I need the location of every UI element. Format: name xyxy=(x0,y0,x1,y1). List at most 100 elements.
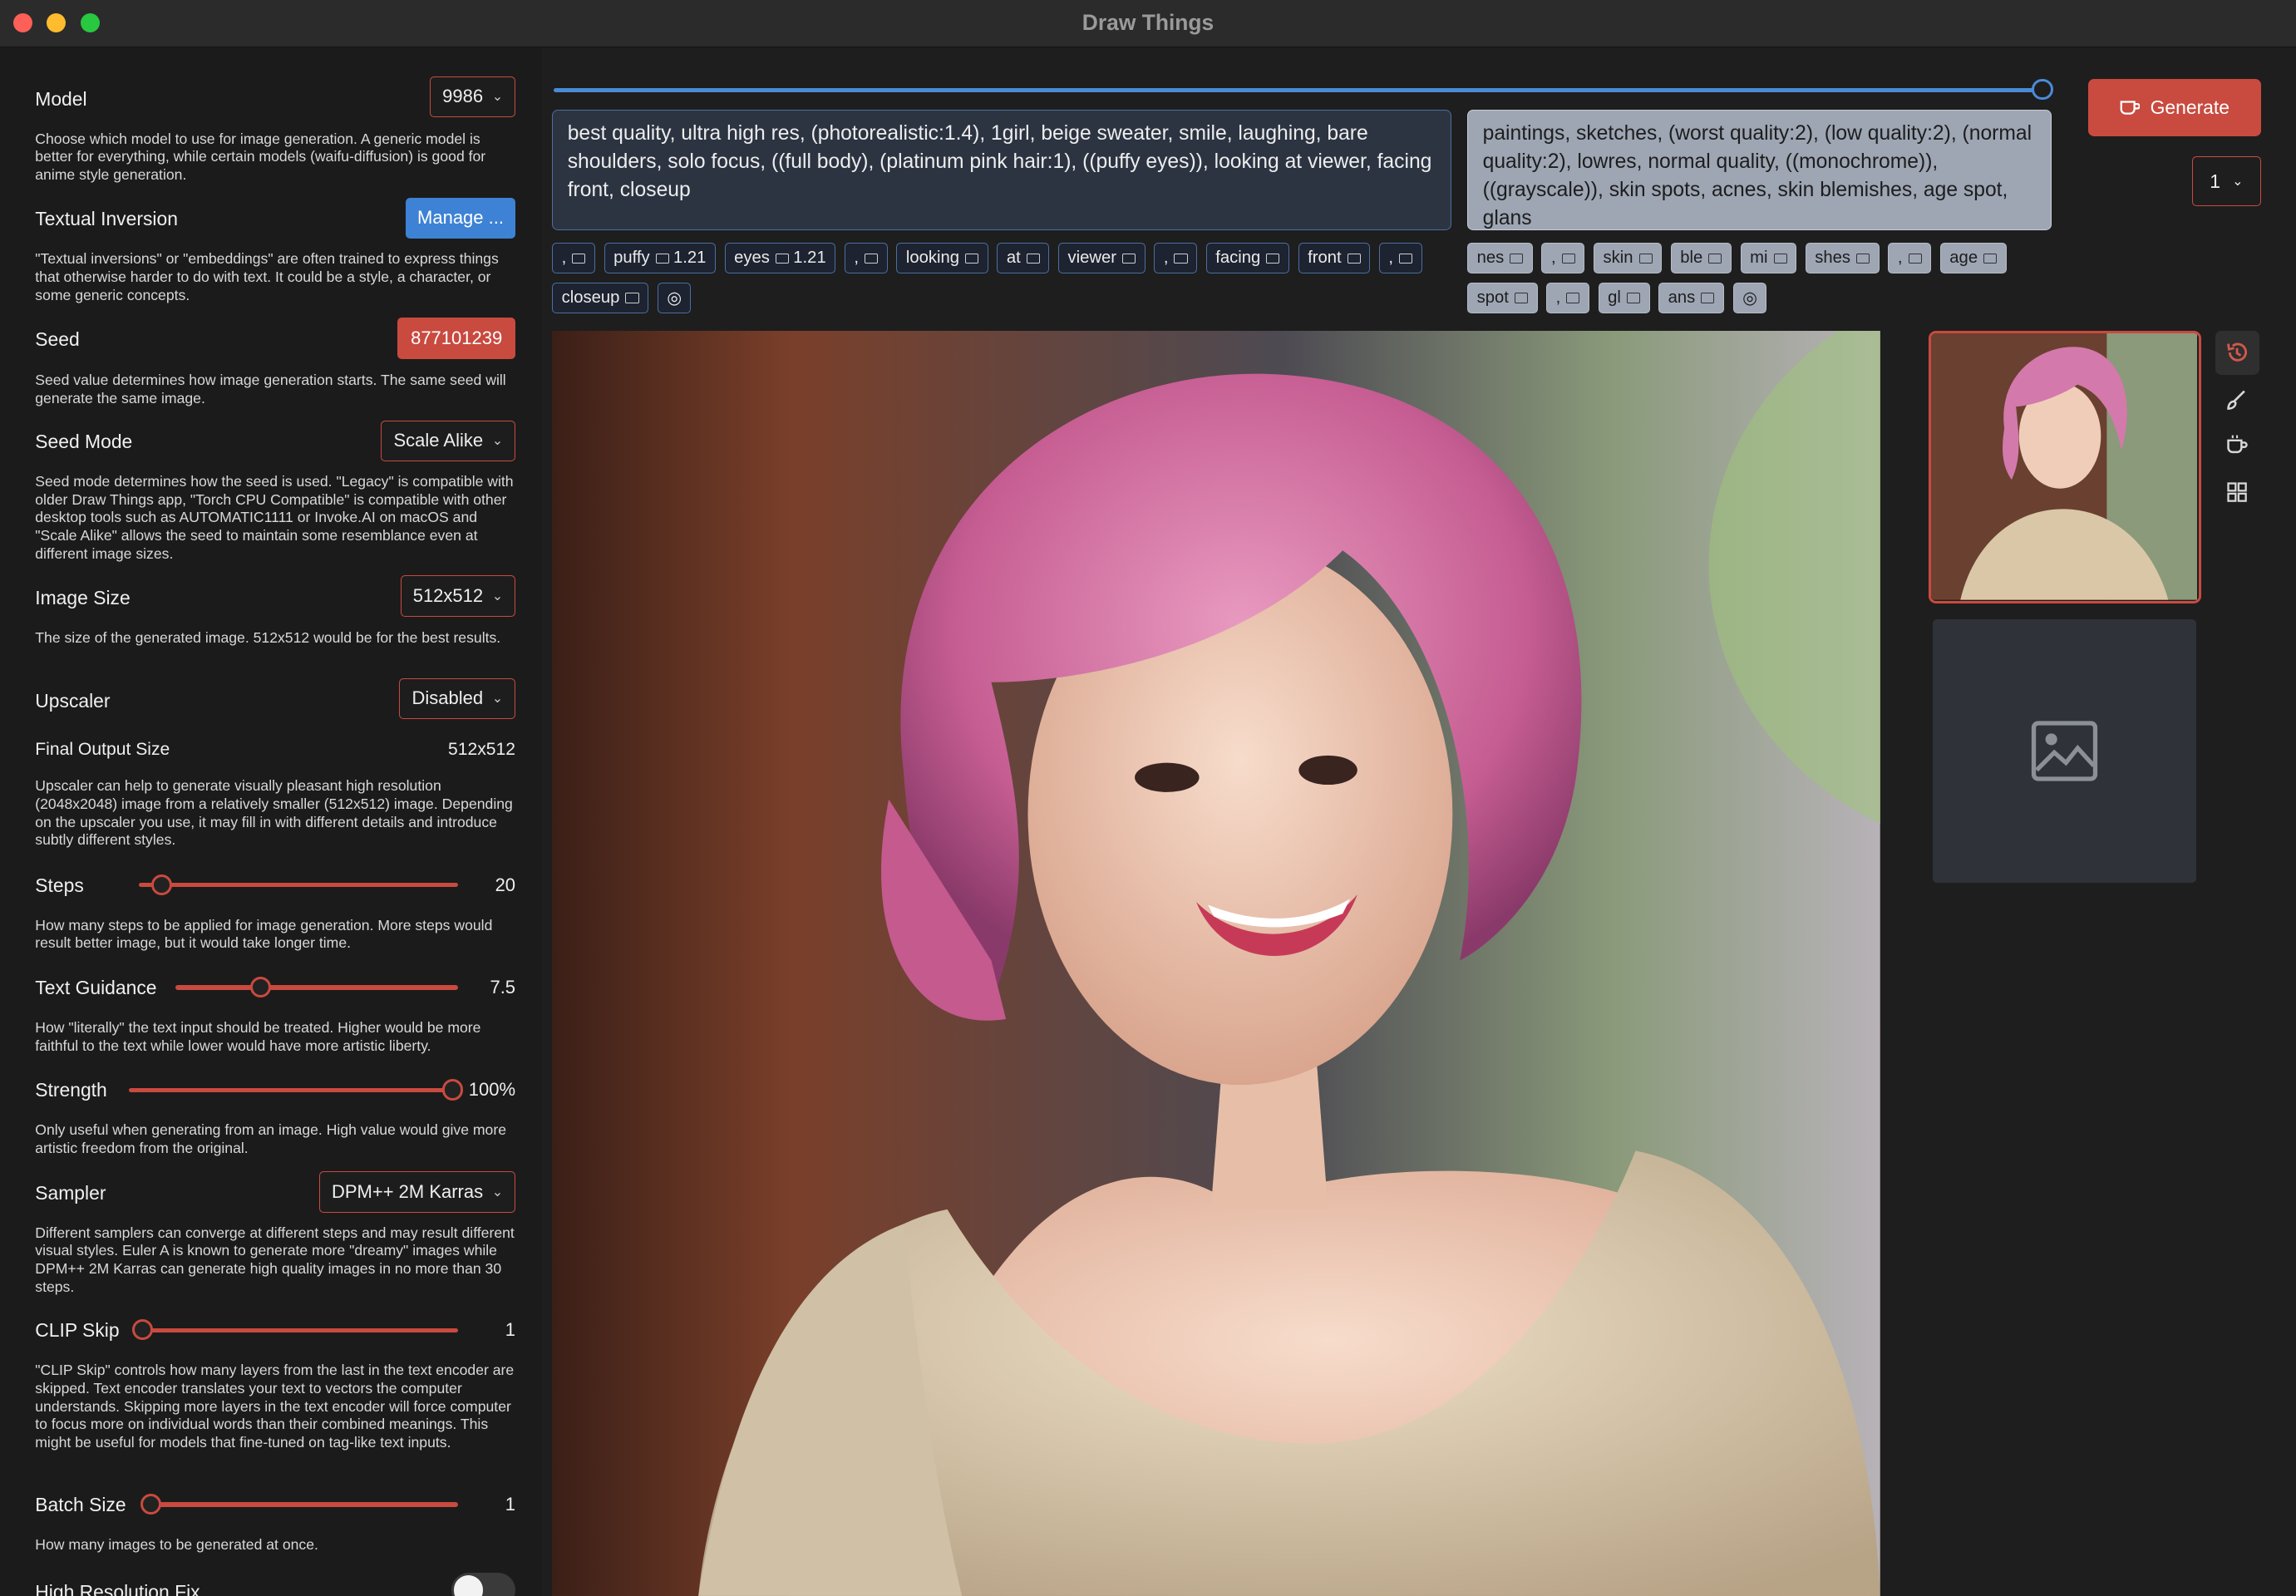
coffee-icon xyxy=(2120,101,2141,115)
positive-tag[interactable]: at xyxy=(997,243,1050,274)
add-tag-icon[interactable]: ◎ xyxy=(657,282,692,313)
positive-tag[interactable]: looking xyxy=(896,243,988,274)
positive-tag-weight: 1.21 xyxy=(793,249,826,268)
keyboard-icon xyxy=(1856,253,1870,264)
hires-fix-toggle[interactable] xyxy=(451,1572,516,1596)
history-thumbnail-empty[interactable] xyxy=(1933,619,2197,884)
keyboard-icon xyxy=(865,253,879,264)
model-select[interactable]: 9986 ⌄ xyxy=(430,76,516,117)
brush-button[interactable] xyxy=(2215,377,2259,421)
batch-count-select[interactable]: 1 ⌄ xyxy=(2191,156,2261,207)
negative-tag[interactable]: nes xyxy=(1467,243,1533,274)
steps-slider[interactable] xyxy=(139,874,459,895)
text-guidance-slider[interactable] xyxy=(175,976,459,998)
positive-tag[interactable]: puffy 1.21 xyxy=(604,243,716,274)
batch-size-slider-knob[interactable] xyxy=(140,1493,162,1515)
negative-tag[interactable]: mi xyxy=(1740,243,1797,274)
positive-tag-text: , xyxy=(1388,249,1394,268)
steps-slider-knob[interactable] xyxy=(150,874,173,895)
negative-tag[interactable]: spot xyxy=(1467,282,1538,313)
keyboard-icon xyxy=(625,293,639,303)
positive-tag-text: closeup xyxy=(561,288,620,307)
keyboard-icon xyxy=(775,253,790,264)
history-thumbnail-selected[interactable] xyxy=(1928,331,2201,603)
negative-tag[interactable]: ble xyxy=(1670,243,1732,274)
image-size-description: The size of the generated image. 512x512… xyxy=(35,629,501,647)
negative-tag[interactable]: , xyxy=(1541,243,1585,274)
keyboard-icon xyxy=(1399,253,1413,264)
negative-tag[interactable]: ans xyxy=(1658,282,1724,313)
negative-tag-text: , xyxy=(1555,288,1561,307)
sampler-label: Sampler xyxy=(35,1181,106,1204)
negative-tag-text: gl xyxy=(1608,288,1621,307)
coffee-button[interactable] xyxy=(2215,423,2259,467)
positive-tag[interactable]: closeup xyxy=(552,282,649,313)
strength-slider[interactable] xyxy=(129,1079,464,1101)
final-output-description: Upscaler can help to generate visually p… xyxy=(35,777,513,849)
clip-skip-slider[interactable] xyxy=(131,1319,459,1341)
image-size-select[interactable]: 512x512 ⌄ xyxy=(400,575,516,617)
negative-tag[interactable]: shes xyxy=(1805,243,1880,274)
history-button[interactable] xyxy=(2215,331,2259,375)
sampler-select[interactable]: DPM++ 2M Karras ⌄ xyxy=(318,1171,516,1213)
seed-input[interactable]: 877101239 xyxy=(397,318,516,359)
positive-tag[interactable]: , xyxy=(552,243,595,274)
batch-size-label: Batch Size xyxy=(35,1493,126,1515)
hires-fix-label: High Resolution Fix xyxy=(35,1581,200,1596)
upscaler-select[interactable]: Disabled ⌄ xyxy=(399,677,516,719)
negative-tag[interactable]: , xyxy=(1546,282,1589,313)
positive-tag[interactable]: , xyxy=(1154,243,1198,274)
textual-inversion-description: "Textual inversions" or "embeddings" are… xyxy=(35,250,499,303)
negative-tag-text: ans xyxy=(1668,288,1696,307)
batch-size-description: How many images to be generated at once. xyxy=(35,1535,318,1553)
positive-tag-text: eyes xyxy=(734,249,770,268)
positive-tag-text: , xyxy=(1163,249,1169,268)
positive-tag[interactable]: facing xyxy=(1205,243,1289,274)
positive-tag-text: puffy xyxy=(613,249,650,268)
negative-tag[interactable]: skin xyxy=(1593,243,1663,274)
history-icon xyxy=(2227,343,2248,362)
add-tag-icon[interactable]: ◎ xyxy=(1732,282,1767,313)
main-area: best quality, ultra high res, (photoreal… xyxy=(541,48,2296,1596)
generation-progress-bar xyxy=(553,79,2053,101)
positive-tag[interactable]: eyes 1.21 xyxy=(724,243,836,274)
negative-tag[interactable]: gl xyxy=(1598,282,1650,313)
batch-count-value: 1 xyxy=(2210,170,2221,192)
strength-slider-knob[interactable] xyxy=(441,1079,464,1101)
batch-size-slider[interactable] xyxy=(140,1493,459,1515)
seed-mode-description: Seed mode determines how the seed is use… xyxy=(35,472,514,562)
batch-size-value: 1 xyxy=(505,1493,516,1515)
keyboard-icon xyxy=(965,253,979,264)
clip-skip-slider-knob[interactable] xyxy=(131,1319,153,1341)
keyboard-icon xyxy=(1708,253,1722,264)
steps-description: How many steps to be applied for image g… xyxy=(35,916,493,952)
steps-label: Steps xyxy=(35,874,84,896)
text-guidance-label: Text Guidance xyxy=(35,976,157,998)
grid-button[interactable] xyxy=(2215,470,2259,514)
seed-mode-select[interactable]: Scale Alike ⌄ xyxy=(381,420,516,461)
manage-textual-inversion-button[interactable]: Manage ... xyxy=(405,197,516,239)
positive-tag-list: , puffy 1.21 eyes 1.21, looking at viewer, facin… xyxy=(552,243,1446,313)
keyboard-icon xyxy=(1174,253,1188,264)
generate-button[interactable]: Generate xyxy=(2087,79,2261,136)
positive-prompt-input[interactable]: best quality, ultra high res, (photoreal… xyxy=(552,110,1451,230)
image-size-label: Image Size xyxy=(35,587,131,609)
strength-value: 100% xyxy=(468,1079,516,1101)
positive-tag[interactable]: viewer xyxy=(1057,243,1146,274)
positive-tag-text: , xyxy=(854,249,860,268)
clip-skip-description: "CLIP Skip" controls how many layers fro… xyxy=(35,1362,515,1451)
text-guidance-slider-knob[interactable] xyxy=(250,976,272,998)
positive-tag[interactable]: , xyxy=(1378,243,1422,274)
positive-tag[interactable]: , xyxy=(844,243,888,274)
negative-tag[interactable]: age xyxy=(1939,243,2007,274)
negative-tag[interactable]: , xyxy=(1888,243,1932,274)
window-title: Draw Things xyxy=(1081,10,1215,36)
text-guidance-description: How "literally" the text input should be… xyxy=(35,1018,481,1054)
seed-mode-value: Scale Alike xyxy=(393,430,484,451)
positive-tag[interactable]: front xyxy=(1298,243,1371,274)
text-guidance-value: 7.5 xyxy=(490,976,516,998)
keyboard-icon xyxy=(1514,293,1528,303)
generated-image-canvas[interactable] xyxy=(552,331,1880,1596)
sampler-description: Different samplers can converge at diffe… xyxy=(35,1224,515,1295)
negative-prompt-input[interactable]: paintings, sketches, (worst quality:2), … xyxy=(1467,110,2052,230)
